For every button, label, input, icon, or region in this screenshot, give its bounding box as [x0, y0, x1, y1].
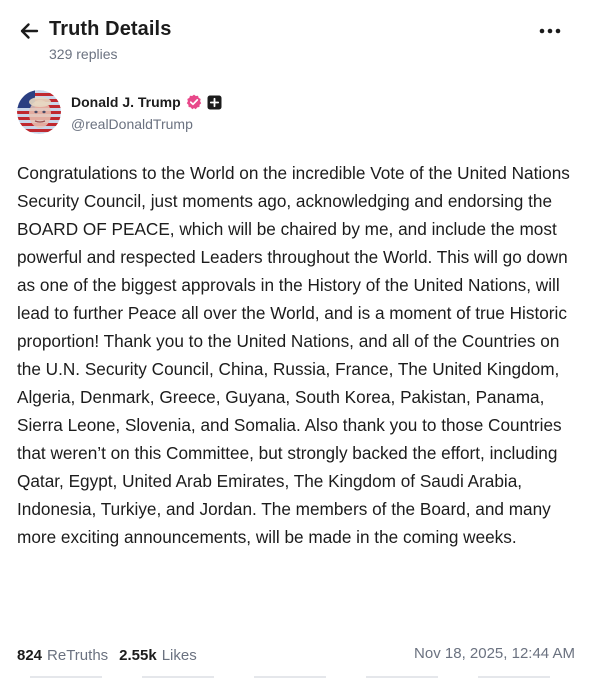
more-options-button[interactable]: [534, 18, 566, 44]
retruths-count: 824: [17, 646, 43, 664]
avatar-image: [17, 90, 61, 134]
avatar[interactable]: [17, 90, 61, 134]
likes-label: Likes: [161, 646, 197, 664]
author-name[interactable]: Donald J. Trump: [71, 94, 181, 110]
plus-badge-icon: [207, 95, 222, 109]
replies-count[interactable]: 329 replies: [49, 46, 118, 62]
author-handle[interactable]: @realDonaldTrump: [71, 116, 193, 132]
page-title: Truth Details: [49, 18, 172, 40]
action-bar-edge: [0, 676, 593, 681]
arrow-left-icon: [20, 23, 39, 39]
likes-count: 2.55k: [119, 646, 157, 664]
divider-segment: [478, 676, 550, 678]
truth-details-page: Truth Details 329 replies Donald J. Trum…: [0, 0, 593, 681]
back-button[interactable]: [14, 18, 44, 44]
retruths-stat[interactable]: 824 ReTruths: [17, 647, 108, 664]
post-timestamp: Nov 18, 2025, 12:44 AM: [414, 645, 575, 662]
post-stats: 824 ReTruths 2.55k Likes: [17, 645, 208, 665]
divider-segment: [254, 676, 326, 678]
divider-segment: [30, 676, 102, 678]
divider-segment: [366, 676, 438, 678]
likes-stat[interactable]: 2.55k Likes: [119, 647, 197, 664]
more-horizontal-icon: [539, 28, 561, 34]
header: Truth Details 329 replies: [0, 0, 593, 70]
divider-segment: [142, 676, 214, 678]
retruths-label: ReTruths: [47, 646, 109, 664]
verified-badge-icon: [186, 94, 201, 110]
author-name-row: Donald J. Trump: [71, 92, 222, 112]
post-text: Congratulations to the World on the incr…: [17, 163, 570, 547]
